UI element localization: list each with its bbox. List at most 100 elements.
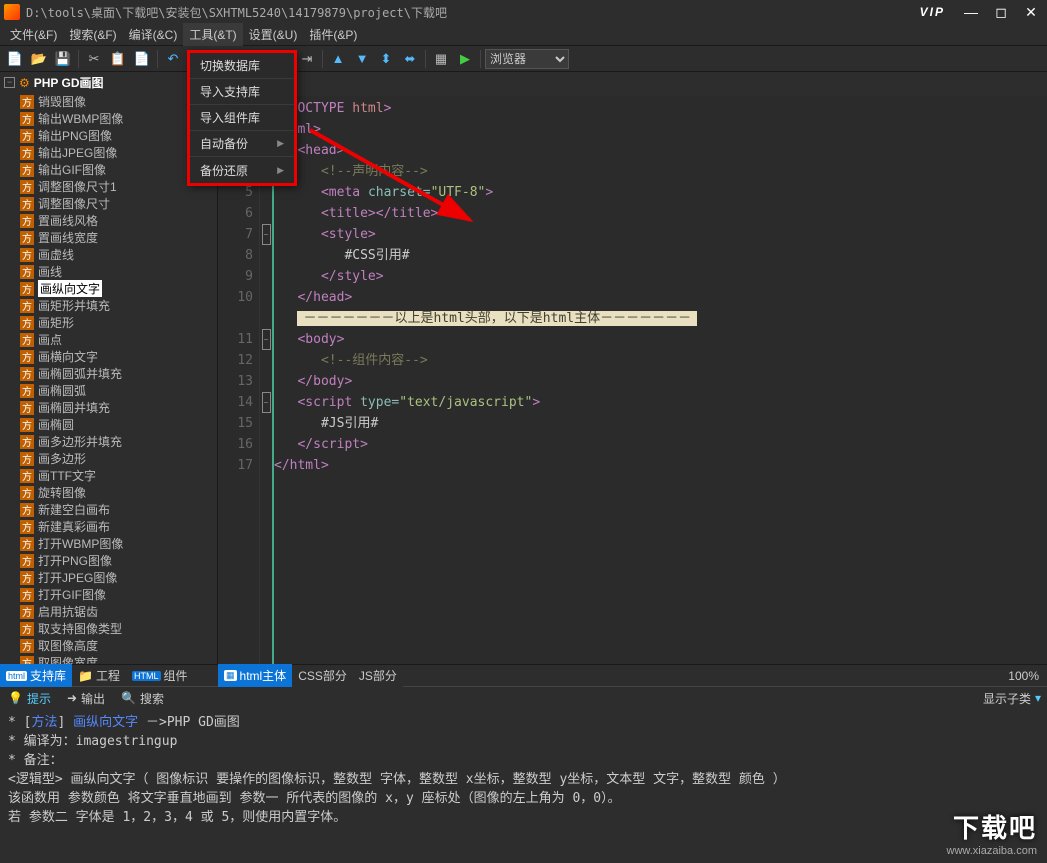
undo-icon[interactable]: ↶ bbox=[162, 48, 184, 70]
copy-icon[interactable]: 📋 bbox=[107, 48, 129, 70]
code[interactable]: 1234567891011121314151617 −−−−−− <!DOCTY… bbox=[218, 96, 1047, 664]
fold-icon[interactable]: − bbox=[262, 329, 271, 350]
method-icon: 方 bbox=[20, 282, 34, 296]
new-file-icon[interactable]: 📄 bbox=[4, 48, 26, 70]
tree-item[interactable]: 方画椭圆并填充 bbox=[0, 399, 217, 416]
tree-item[interactable]: 方新建空白画布 bbox=[0, 501, 217, 518]
tree-item[interactable]: 方置画线风格 bbox=[0, 212, 217, 229]
tree-item[interactable]: 方画椭圆弧并填充 bbox=[0, 365, 217, 382]
menu-0[interactable]: 文件(&F) bbox=[4, 23, 63, 46]
tree-item[interactable]: 方调整图像尺寸 bbox=[0, 195, 217, 212]
chevron-right-icon: ▶ bbox=[277, 138, 284, 149]
tree-item[interactable]: 方画纵向文字 bbox=[0, 280, 217, 297]
tree-item[interactable]: 方画线 bbox=[0, 263, 217, 280]
tree-item[interactable]: 方打开WBMP图像 bbox=[0, 535, 217, 552]
dropdown-item-0[interactable]: 切换数据库 bbox=[190, 53, 294, 79]
dropdown-item-2[interactable]: 导入组件库 bbox=[190, 105, 294, 131]
bulb-icon: 💡 bbox=[8, 691, 23, 705]
tree-item[interactable]: 方画虚线 bbox=[0, 246, 217, 263]
help-tab-0[interactable]: 💡提示 bbox=[0, 687, 59, 710]
method-icon: 方 bbox=[20, 129, 34, 143]
method-icon: 方 bbox=[20, 503, 34, 517]
tree-item[interactable]: 方画矩形并填充 bbox=[0, 297, 217, 314]
method-icon: 方 bbox=[20, 435, 34, 449]
tree-item[interactable]: 方打开PNG图像 bbox=[0, 552, 217, 569]
sidebar-tabs: html支持库📁工程HTML组件 bbox=[0, 664, 218, 686]
method-icon: 方 bbox=[20, 384, 34, 398]
titlebar: D:\tools\桌面\下载吧\安装包\SXHTML5240\14179879\… bbox=[0, 0, 1047, 24]
sidebar-tab-1[interactable]: 📁工程 bbox=[72, 664, 126, 687]
tree-item[interactable]: 方取支持图像类型 bbox=[0, 620, 217, 637]
method-icon: 方 bbox=[20, 197, 34, 211]
maximize-button[interactable]: ◻ bbox=[989, 3, 1013, 21]
method-icon: 方 bbox=[20, 231, 34, 245]
menu-5[interactable]: 插件(&P) bbox=[303, 23, 363, 46]
sidebar-tab-2[interactable]: HTML组件 bbox=[126, 664, 194, 687]
indent2-icon[interactable]: ⇥ bbox=[296, 48, 318, 70]
tree-item[interactable]: 方画多边形并填充 bbox=[0, 433, 217, 450]
tree-item[interactable]: 方启用抗锯齿 bbox=[0, 603, 217, 620]
vip-badge: VIP bbox=[920, 5, 945, 19]
fold-icon[interactable]: − bbox=[262, 392, 271, 413]
save-icon[interactable]: 💾 bbox=[52, 48, 74, 70]
paste-icon[interactable]: 📄 bbox=[131, 48, 153, 70]
tree-item[interactable]: 方取图像宽度 bbox=[0, 654, 217, 664]
browser-select[interactable]: 浏览器 bbox=[485, 49, 569, 69]
tree-root[interactable]: − ⚙ PHP GD画图 bbox=[0, 72, 217, 93]
method-icon: 方 bbox=[20, 316, 34, 330]
editor-bottom-tabs: ▦html主体CSS部分JS部分 bbox=[218, 665, 403, 687]
tree-item[interactable]: 方取图像高度 bbox=[0, 637, 217, 654]
menu-1[interactable]: 搜索(&F) bbox=[63, 23, 122, 46]
tree-item[interactable]: 方画椭圆 bbox=[0, 416, 217, 433]
expand-icon[interactable]: ⬌ bbox=[399, 48, 421, 70]
editor-tab-2[interactable]: JS部分 bbox=[353, 664, 403, 687]
tree-item[interactable]: 方打开GIF图像 bbox=[0, 586, 217, 603]
tree-item[interactable]: 方输出PNG图像 bbox=[0, 127, 217, 144]
build-icon[interactable]: ▦ bbox=[430, 48, 452, 70]
tree-item[interactable]: 方画点 bbox=[0, 331, 217, 348]
editor-tab-1[interactable]: CSS部分 bbox=[292, 664, 353, 687]
menu-2[interactable]: 编译(&C) bbox=[123, 23, 184, 46]
zoom-level: 100% bbox=[1000, 669, 1047, 683]
minimize-button[interactable]: — bbox=[959, 3, 983, 21]
menu-3[interactable]: 工具(&T) bbox=[183, 23, 242, 46]
tree-item[interactable]: 方画横向文字 bbox=[0, 348, 217, 365]
help-panel: 💡提示➜输出🔍搜索 显示子类▾ * [方法] 画纵向文字 －>PHP GD画图 … bbox=[0, 686, 1047, 862]
dropdown-item-3[interactable]: 自动备份▶ bbox=[190, 131, 294, 157]
show-subclass-button[interactable]: 显示子类▾ bbox=[977, 690, 1047, 707]
tree-item[interactable]: 方画TTF文字 bbox=[0, 467, 217, 484]
help-body: * [方法] 画纵向文字 －>PHP GD画图 * 编译为：imagestrin… bbox=[0, 709, 1047, 862]
nav-down-icon[interactable]: ▼ bbox=[351, 48, 373, 70]
dropdown-item-1[interactable]: 导入支持库 bbox=[190, 79, 294, 105]
tree-item[interactable]: 方输出GIF图像 bbox=[0, 161, 217, 178]
tree-item[interactable]: 方画多边形 bbox=[0, 450, 217, 467]
dropdown-item-4[interactable]: 备份还原▶ bbox=[190, 157, 294, 183]
open-icon[interactable]: 📂 bbox=[28, 48, 50, 70]
tree-item[interactable]: 方置画线宽度 bbox=[0, 229, 217, 246]
tree-item[interactable]: 方画椭圆弧 bbox=[0, 382, 217, 399]
method-icon: 方 bbox=[20, 265, 34, 279]
cut-icon[interactable]: ✂ bbox=[83, 48, 105, 70]
collapse-icon[interactable]: ⬍ bbox=[375, 48, 397, 70]
tree-item[interactable]: 方销毁图像 bbox=[0, 93, 217, 110]
menu-4[interactable]: 设置(&U) bbox=[243, 23, 304, 46]
tree-item[interactable]: 方调整图像尺寸1 bbox=[0, 178, 217, 195]
tree-item[interactable]: 方新建真彩画布 bbox=[0, 518, 217, 535]
tree-item[interactable]: 方输出JPEG图像 bbox=[0, 144, 217, 161]
editor-tab-0[interactable]: ▦html主体 bbox=[218, 664, 292, 687]
help-tab-2[interactable]: 🔍搜索 bbox=[113, 687, 172, 710]
help-tab-1[interactable]: ➜输出 bbox=[59, 687, 113, 710]
run-icon[interactable]: ▶ bbox=[454, 48, 476, 70]
method-icon: 方 bbox=[20, 180, 34, 194]
nav-up-icon[interactable]: ▲ bbox=[327, 48, 349, 70]
collapse-icon[interactable]: − bbox=[4, 77, 15, 88]
fold-icon[interactable]: − bbox=[262, 224, 271, 245]
tree-item[interactable]: 方旋转图像 bbox=[0, 484, 217, 501]
close-button[interactable]: ✕ bbox=[1019, 3, 1043, 21]
tree-item[interactable]: 方画矩形 bbox=[0, 314, 217, 331]
tree-item[interactable]: 方打开JPEG图像 bbox=[0, 569, 217, 586]
tree-item[interactable]: 方输出WBMP图像 bbox=[0, 110, 217, 127]
menubar: 文件(&F)搜索(&F)编译(&C)工具(&T)设置(&U)插件(&P) bbox=[0, 24, 1047, 46]
sidebar-tab-0[interactable]: html支持库 bbox=[0, 664, 72, 687]
app-logo-icon bbox=[4, 4, 20, 20]
